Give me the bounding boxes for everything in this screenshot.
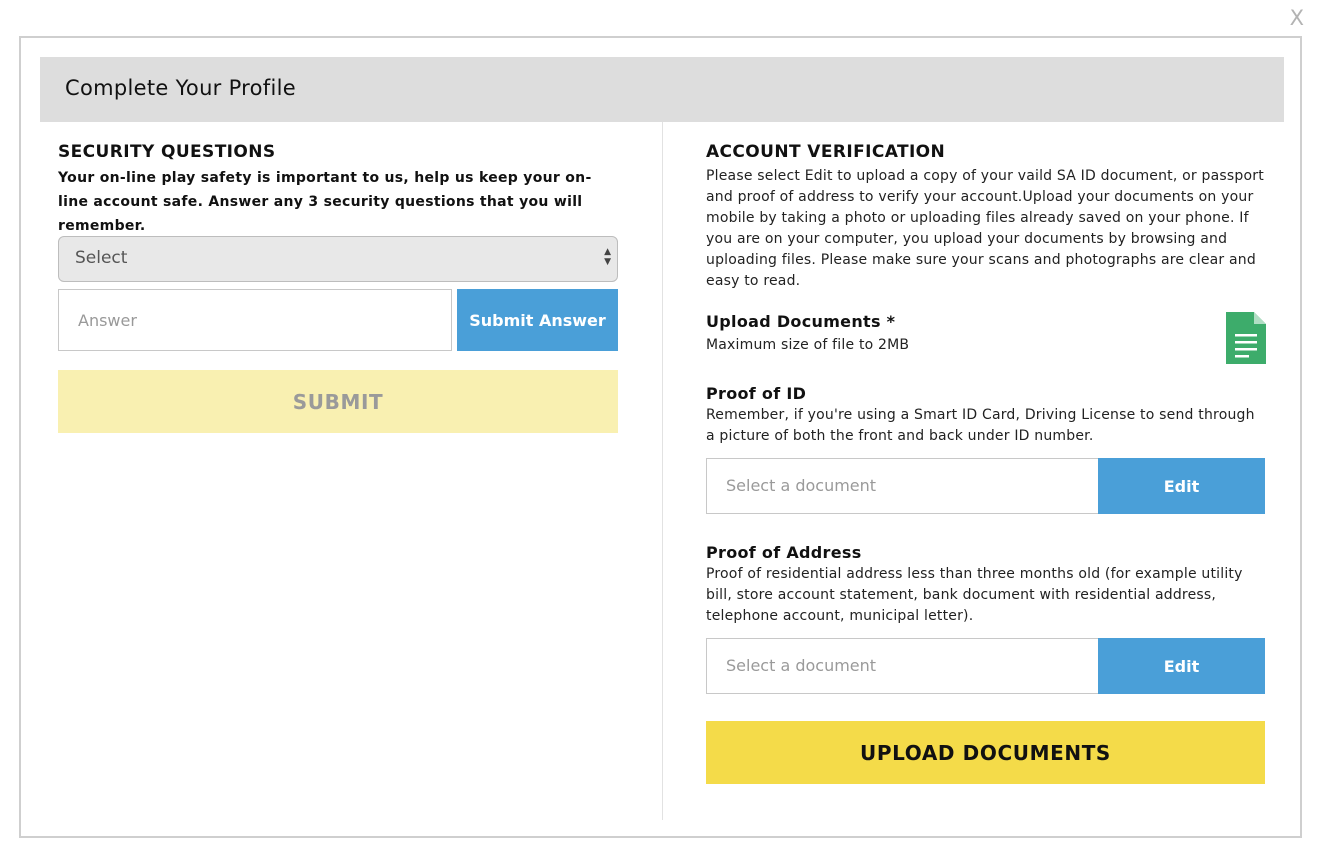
submit-answer-button[interactable]: Submit Answer [457,289,618,351]
select-value: Select [75,248,128,268]
proof-of-id-document-field[interactable]: Select a document Edit [706,458,1265,514]
account-verification-title: ACCOUNT VERIFICATION [706,142,946,162]
proof-of-id-description: Remember, if you're using a Smart ID Car… [706,407,1255,444]
answer-input[interactable] [58,289,452,351]
security-questions-description: Your on-line play safety is important to… [58,170,592,234]
up-down-arrows-icon: ▲ ▼ [604,247,611,267]
proof-of-address-title: Proof of Address [706,543,862,562]
modal-header: Complete Your Profile [40,57,1284,122]
document-icon[interactable] [1226,312,1266,364]
close-button[interactable]: X [1290,6,1304,30]
edit-proof-of-address-button[interactable]: Edit [1098,638,1265,694]
document-placeholder: Select a document [726,656,877,675]
modal-title: Complete Your Profile [65,76,296,100]
document-placeholder: Select a document [726,476,877,495]
account-verification-section: ACCOUNT VERIFICATION Please select Edit … [706,142,1266,822]
upload-documents-title: Upload Documents * [706,312,896,331]
account-verification-description: Please select Edit to upload a copy of y… [706,168,1264,289]
upload-documents-button[interactable]: UPLOAD DOCUMENTS [706,721,1265,784]
security-question-select[interactable]: Select ▲ ▼ [58,236,618,282]
complete-profile-modal: Complete Your Profile SECURITY QUESTIONS… [19,36,1302,838]
submit-button[interactable]: SUBMIT [58,370,618,433]
security-questions-title: SECURITY QUESTIONS [58,142,276,162]
security-questions-section: SECURITY QUESTIONS Your on-line play saf… [58,142,619,433]
proof-of-address-block: Proof of Address Proof of residential ad… [706,543,1266,627]
edit-proof-of-id-button[interactable]: Edit [1098,458,1265,514]
upload-size-note: Maximum size of file to 2MB [706,337,910,353]
proof-of-address-document-field[interactable]: Select a document Edit [706,638,1265,694]
proof-of-id-title: Proof of ID [706,384,807,403]
proof-of-address-description: Proof of residential address less than t… [706,566,1243,624]
proof-of-id-block: Proof of ID Remember, if you're using a … [706,384,1266,447]
column-divider [662,122,663,820]
upload-documents-header: Upload Documents * Maximum size of file … [706,312,1266,364]
